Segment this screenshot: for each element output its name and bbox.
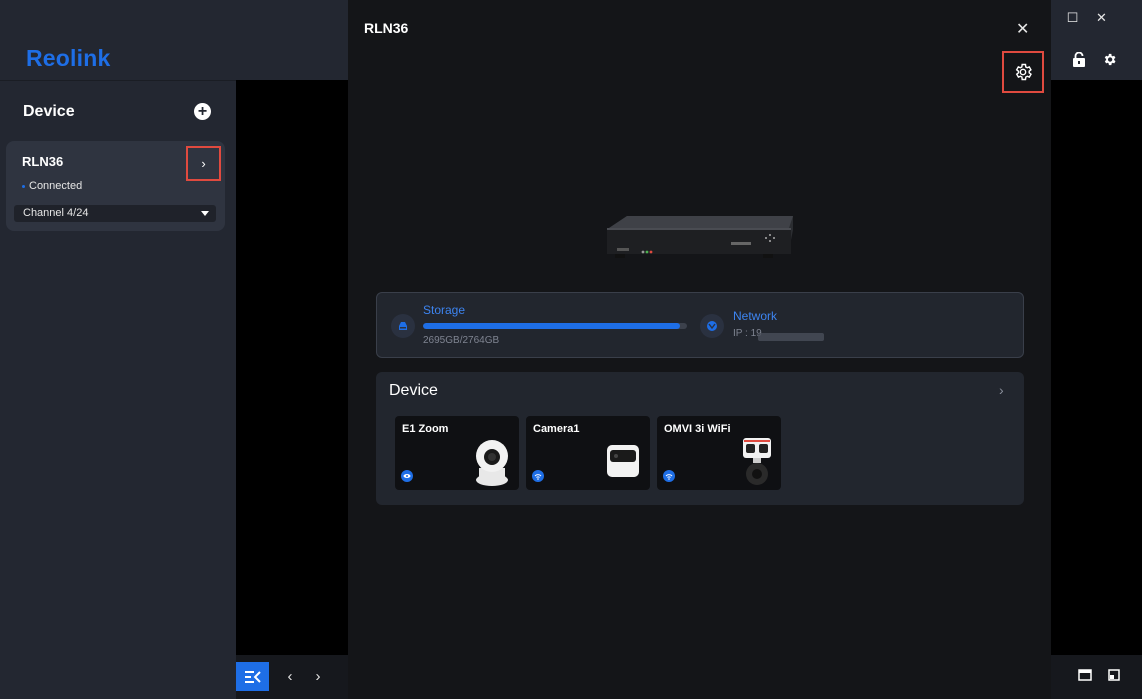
list-collapse-icon: [244, 670, 261, 683]
e1-zoom-camera-image: [475, 438, 509, 491]
camera-name: Camera1: [533, 423, 580, 435]
gear-icon: [1015, 63, 1032, 81]
channel-select[interactable]: Channel 4/24: [14, 205, 216, 222]
unlock-icon[interactable]: [1070, 50, 1088, 68]
storage-used-text: 2695GB/2764GB: [423, 335, 500, 346]
device-status: Connected: [22, 180, 82, 192]
layout-toggle-button[interactable]: [236, 662, 269, 691]
add-device-button[interactable]: +: [194, 103, 211, 120]
single-view-icon[interactable]: [1078, 668, 1092, 686]
storage-network-card: Storage 2695GB/2764GB Network IP : 19: [376, 292, 1024, 358]
status-dot-icon: [22, 184, 25, 188]
channel-label: Channel 4/24: [23, 207, 89, 219]
storage-icon: [391, 314, 415, 338]
camera1-image: [606, 444, 640, 483]
wifi-icon: [532, 470, 544, 482]
camera-name: E1 Zoom: [402, 423, 449, 435]
camera-card[interactable]: Camera1: [526, 416, 650, 490]
next-page-button[interactable]: ›: [311, 668, 325, 685]
sidebar-title: Device: [23, 103, 75, 120]
network-icon: [700, 314, 724, 338]
camera-name: OMVI 3i WiFi: [664, 423, 731, 435]
wifi-icon: [663, 470, 675, 482]
camera-card[interactable]: E1 Zoom: [395, 416, 519, 490]
drawer-close-button[interactable]: ✕: [1016, 19, 1029, 39]
device-card[interactable]: RLN36 Connected › Channel 4/24: [6, 141, 225, 231]
drawer-title: RLN36: [364, 20, 409, 36]
device-status-text: Connected: [29, 180, 83, 192]
reolink-logo: Reolink: [26, 45, 111, 71]
devices-section-title: Device: [389, 382, 438, 399]
fullscreen-icon[interactable]: [1108, 668, 1120, 686]
camera-card[interactable]: OMVI 3i WiFi: [657, 416, 781, 490]
storage-progress-bar: [423, 323, 687, 329]
omvi-camera-image: [741, 436, 773, 491]
ethernet-icon: [401, 470, 413, 482]
nvr-device-image: [603, 210, 798, 267]
device-settings-button[interactable]: [1002, 51, 1044, 93]
window-close-button[interactable]: ✕: [1087, 8, 1116, 28]
network-label: Network: [733, 309, 778, 323]
settings-icon[interactable]: [1100, 50, 1118, 68]
maximize-button[interactable]: ☐: [1058, 8, 1087, 28]
camera-list: E1 Zoom Camera1 OMVI 3i WiFi: [395, 416, 781, 490]
sidebar: Device + RLN36 Connected › Channel 4/24: [0, 80, 236, 699]
device-detail-button[interactable]: ›: [186, 146, 221, 181]
storage-progress-fill: [423, 323, 681, 329]
ip-redacted-block: [758, 333, 824, 341]
linked-devices-section: Device › E1 Zoom Camera1 OMVI 3i WiFi: [376, 372, 1024, 505]
prev-page-button[interactable]: ‹: [283, 668, 297, 685]
device-name: RLN36: [22, 154, 64, 169]
top-toolbar-icons: [1040, 50, 1118, 68]
devices-section-arrow[interactable]: ›: [999, 382, 1004, 398]
chevron-down-icon: [201, 211, 209, 216]
device-detail-drawer: RLN36 ✕ Storage 2695GB/2764GB Network IP…: [348, 0, 1051, 699]
storage-label: Storage: [423, 303, 466, 317]
